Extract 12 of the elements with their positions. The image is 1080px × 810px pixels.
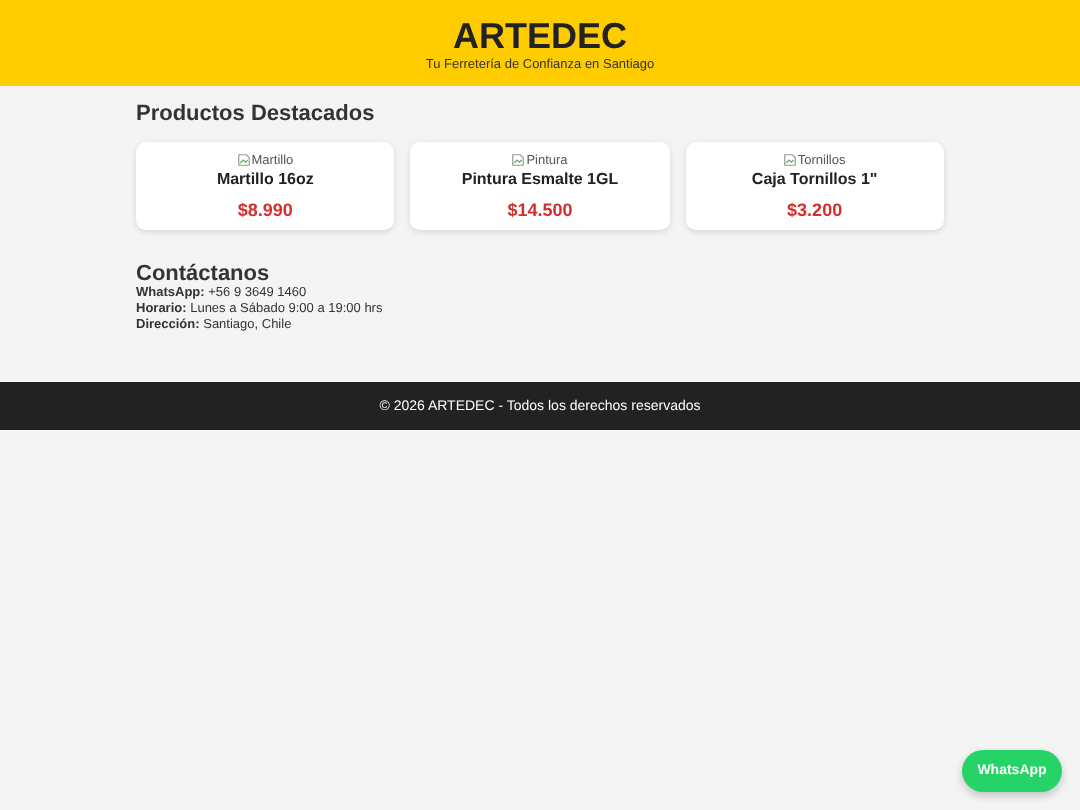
product-name: Caja Tornillos 1" bbox=[751, 168, 878, 190]
broken-image-icon bbox=[783, 154, 796, 166]
product-name: Pintura Esmalte 1GL bbox=[461, 168, 619, 190]
broken-image-icon bbox=[512, 154, 525, 166]
product-name: Martillo 16oz bbox=[216, 168, 314, 190]
broken-image-icon bbox=[237, 154, 250, 166]
product-price: $3.200 bbox=[787, 200, 843, 220]
product-price: $8.990 bbox=[237, 200, 293, 220]
site-title: ARTEDEC bbox=[452, 16, 627, 56]
section-heading: Contáctanos bbox=[136, 262, 272, 286]
product-price: $14.500 bbox=[507, 200, 573, 220]
section-heading: Productos Destacados bbox=[136, 100, 377, 128]
